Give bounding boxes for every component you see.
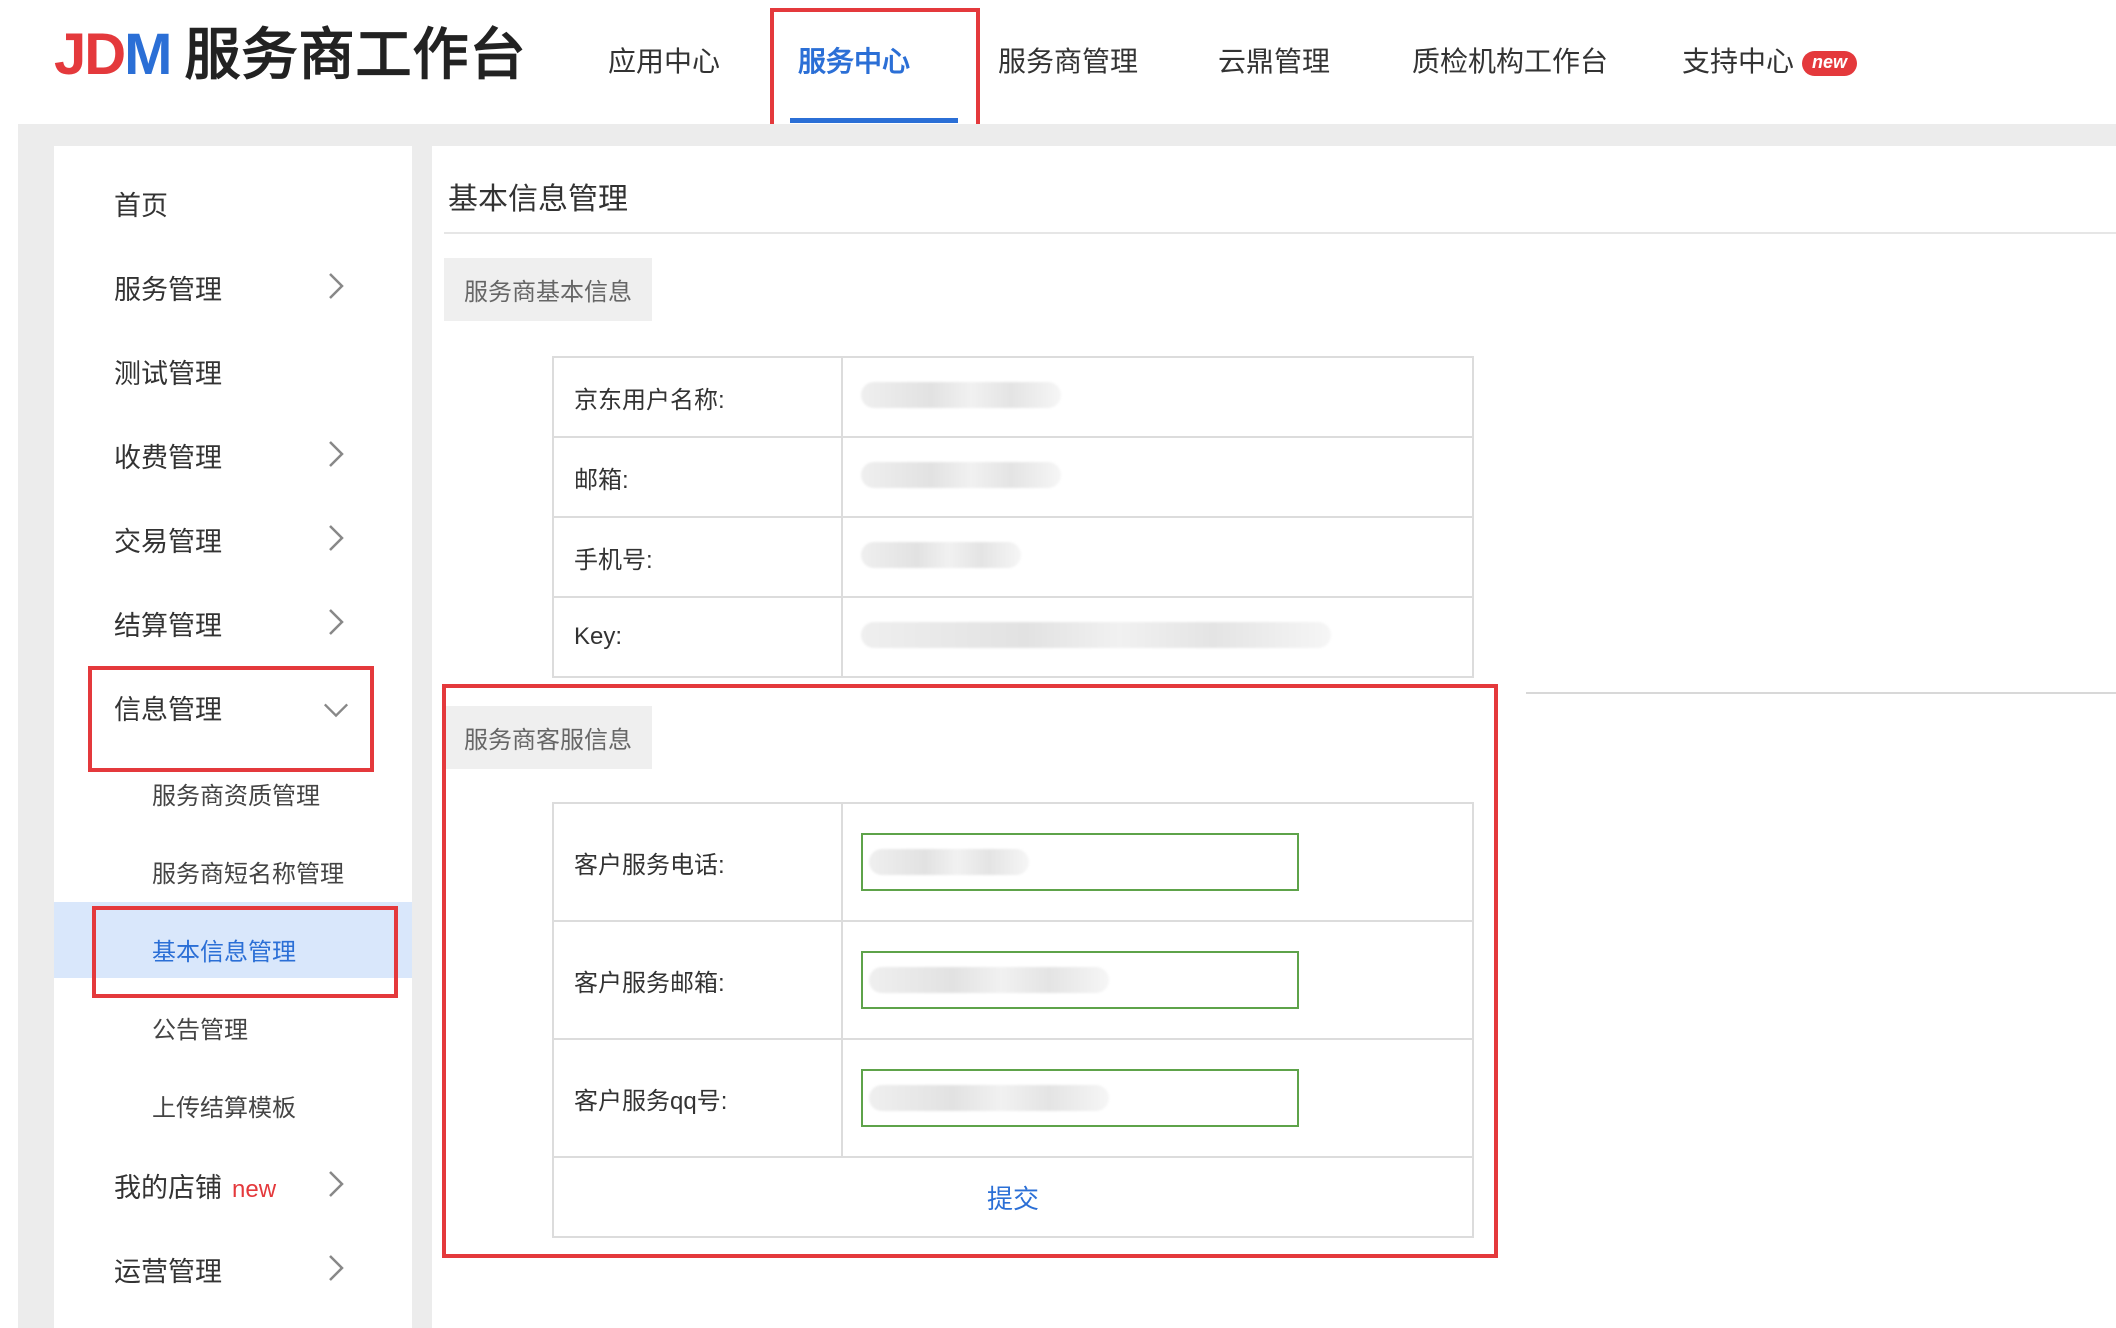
customer-service-table: 客户服务电话: 客户服务邮箱: 客户服务qq号: 提交	[552, 802, 1474, 1238]
service-phone-cell	[841, 802, 1474, 922]
phone-label: 手机号:	[552, 516, 843, 598]
chevron-right-icon[interactable]	[322, 606, 350, 638]
table-row: 客户服务邮箱:	[552, 920, 1474, 1040]
email-label: 邮箱:	[552, 436, 843, 518]
sidebar-item-my-store-label: 我的店铺	[114, 1173, 222, 1203]
nav-app-center[interactable]: 应用中心	[608, 40, 720, 80]
nav-cloud-management[interactable]: 云鼎管理	[1218, 40, 1330, 80]
logo-title: 服务商工作台	[184, 23, 527, 86]
nav-support-center-label: 支持中心	[1682, 46, 1795, 77]
submit-cell: 提交	[552, 1156, 1474, 1238]
table-row: 手机号:	[552, 516, 1474, 598]
sidebar-subitem-basic-info[interactable]: 基本信息管理	[152, 932, 296, 967]
sidebar-item-my-store[interactable]: 我的店铺 new	[114, 1166, 276, 1205]
username-value	[841, 356, 1474, 438]
redacted-value	[861, 541, 1021, 568]
divider-line	[1526, 692, 2116, 694]
service-email-input[interactable]	[861, 951, 1299, 1009]
service-phone-input[interactable]	[861, 833, 1299, 891]
sidebar-subitem-announcement[interactable]: 公告管理	[152, 1010, 248, 1045]
new-badge: new	[232, 1176, 277, 1203]
table-row: 邮箱:	[552, 436, 1474, 518]
basic-info-table: 京东用户名称: 邮箱: 手机号: Key:	[552, 356, 1474, 678]
redacted-value	[869, 967, 1109, 993]
sidebar-subitem-upload-template[interactable]: 上传结算模板	[152, 1088, 296, 1123]
nav-provider-management[interactable]: 服务商管理	[998, 40, 1138, 80]
logo-mark: JDM	[54, 22, 172, 87]
sidebar-item-fee-management[interactable]: 收费管理	[114, 436, 222, 475]
nav-service-center[interactable]: 服务中心	[798, 40, 910, 80]
main-content: 基本信息管理 服务商基本信息 京东用户名称: 邮箱: 手机号: Key: 服务商…	[432, 146, 2116, 1328]
sidebar: 首页 服务管理 测试管理 收费管理 交易管理 结算管理 信息管理 服务商资质管理…	[54, 146, 412, 1328]
sidebar-subitem-qualification[interactable]: 服务商资质管理	[152, 776, 320, 811]
frame-divider-middle	[412, 124, 432, 1328]
section-tag-customer-service: 服务商客服信息	[444, 706, 652, 769]
redacted-value	[869, 1085, 1109, 1111]
submit-button[interactable]: 提交	[987, 1184, 1039, 1214]
nav-support-center[interactable]: 支持中心 new	[1682, 40, 1858, 80]
frame-divider-left	[18, 124, 54, 1328]
redacted-value	[861, 621, 1331, 648]
table-row: 客户服务qq号:	[552, 1038, 1474, 1158]
frame-divider-top	[18, 124, 2116, 146]
key-label: Key:	[552, 596, 843, 678]
email-value	[841, 436, 1474, 518]
service-qq-cell	[841, 1038, 1474, 1158]
sidebar-subitem-short-name[interactable]: 服务商短名称管理	[152, 854, 344, 889]
table-row: 提交	[552, 1156, 1474, 1238]
sidebar-item-home[interactable]: 首页	[114, 184, 168, 223]
key-value	[841, 596, 1474, 678]
redacted-value	[869, 849, 1029, 875]
page-title: 基本信息管理	[448, 183, 628, 216]
sidebar-item-info-management[interactable]: 信息管理	[114, 688, 222, 727]
redacted-value	[861, 381, 1061, 408]
chevron-down-icon[interactable]	[322, 694, 350, 726]
chevron-right-icon[interactable]	[322, 270, 350, 302]
sidebar-item-test-management[interactable]: 测试管理	[114, 352, 222, 391]
sidebar-item-settlement-management[interactable]: 结算管理	[114, 604, 222, 643]
sidebar-item-service-management[interactable]: 服务管理	[114, 268, 222, 307]
service-qq-label: 客户服务qq号:	[552, 1038, 843, 1158]
service-qq-input[interactable]	[861, 1069, 1299, 1127]
chevron-right-icon[interactable]	[322, 438, 350, 470]
service-email-label: 客户服务邮箱:	[552, 920, 843, 1040]
table-row: 京东用户名称:	[552, 356, 1474, 438]
redacted-value	[861, 461, 1061, 488]
table-row: Key:	[552, 596, 1474, 678]
top-header: JDM 服务商工作台 应用中心 服务中心 服务商管理 云鼎管理 质检机构工作台 …	[0, 0, 2116, 134]
chevron-right-icon[interactable]	[322, 1252, 350, 1284]
active-tab-underline	[790, 118, 958, 123]
nav-inspection-workbench[interactable]: 质检机构工作台	[1412, 40, 1608, 80]
service-phone-label: 客户服务电话:	[552, 802, 843, 922]
sidebar-item-operations[interactable]: 运营管理	[114, 1250, 222, 1289]
new-badge: new	[1802, 51, 1858, 76]
section-tag-basic-info: 服务商基本信息	[444, 258, 652, 321]
service-email-cell	[841, 920, 1474, 1040]
phone-value	[841, 516, 1474, 598]
username-label: 京东用户名称:	[552, 356, 843, 438]
logo[interactable]: JDM 服务商工作台	[54, 20, 526, 90]
title-divider	[444, 232, 2116, 234]
chevron-right-icon[interactable]	[322, 522, 350, 554]
sidebar-item-trade-management[interactable]: 交易管理	[114, 520, 222, 559]
chevron-right-icon[interactable]	[322, 1168, 350, 1200]
table-row: 客户服务电话:	[552, 802, 1474, 922]
